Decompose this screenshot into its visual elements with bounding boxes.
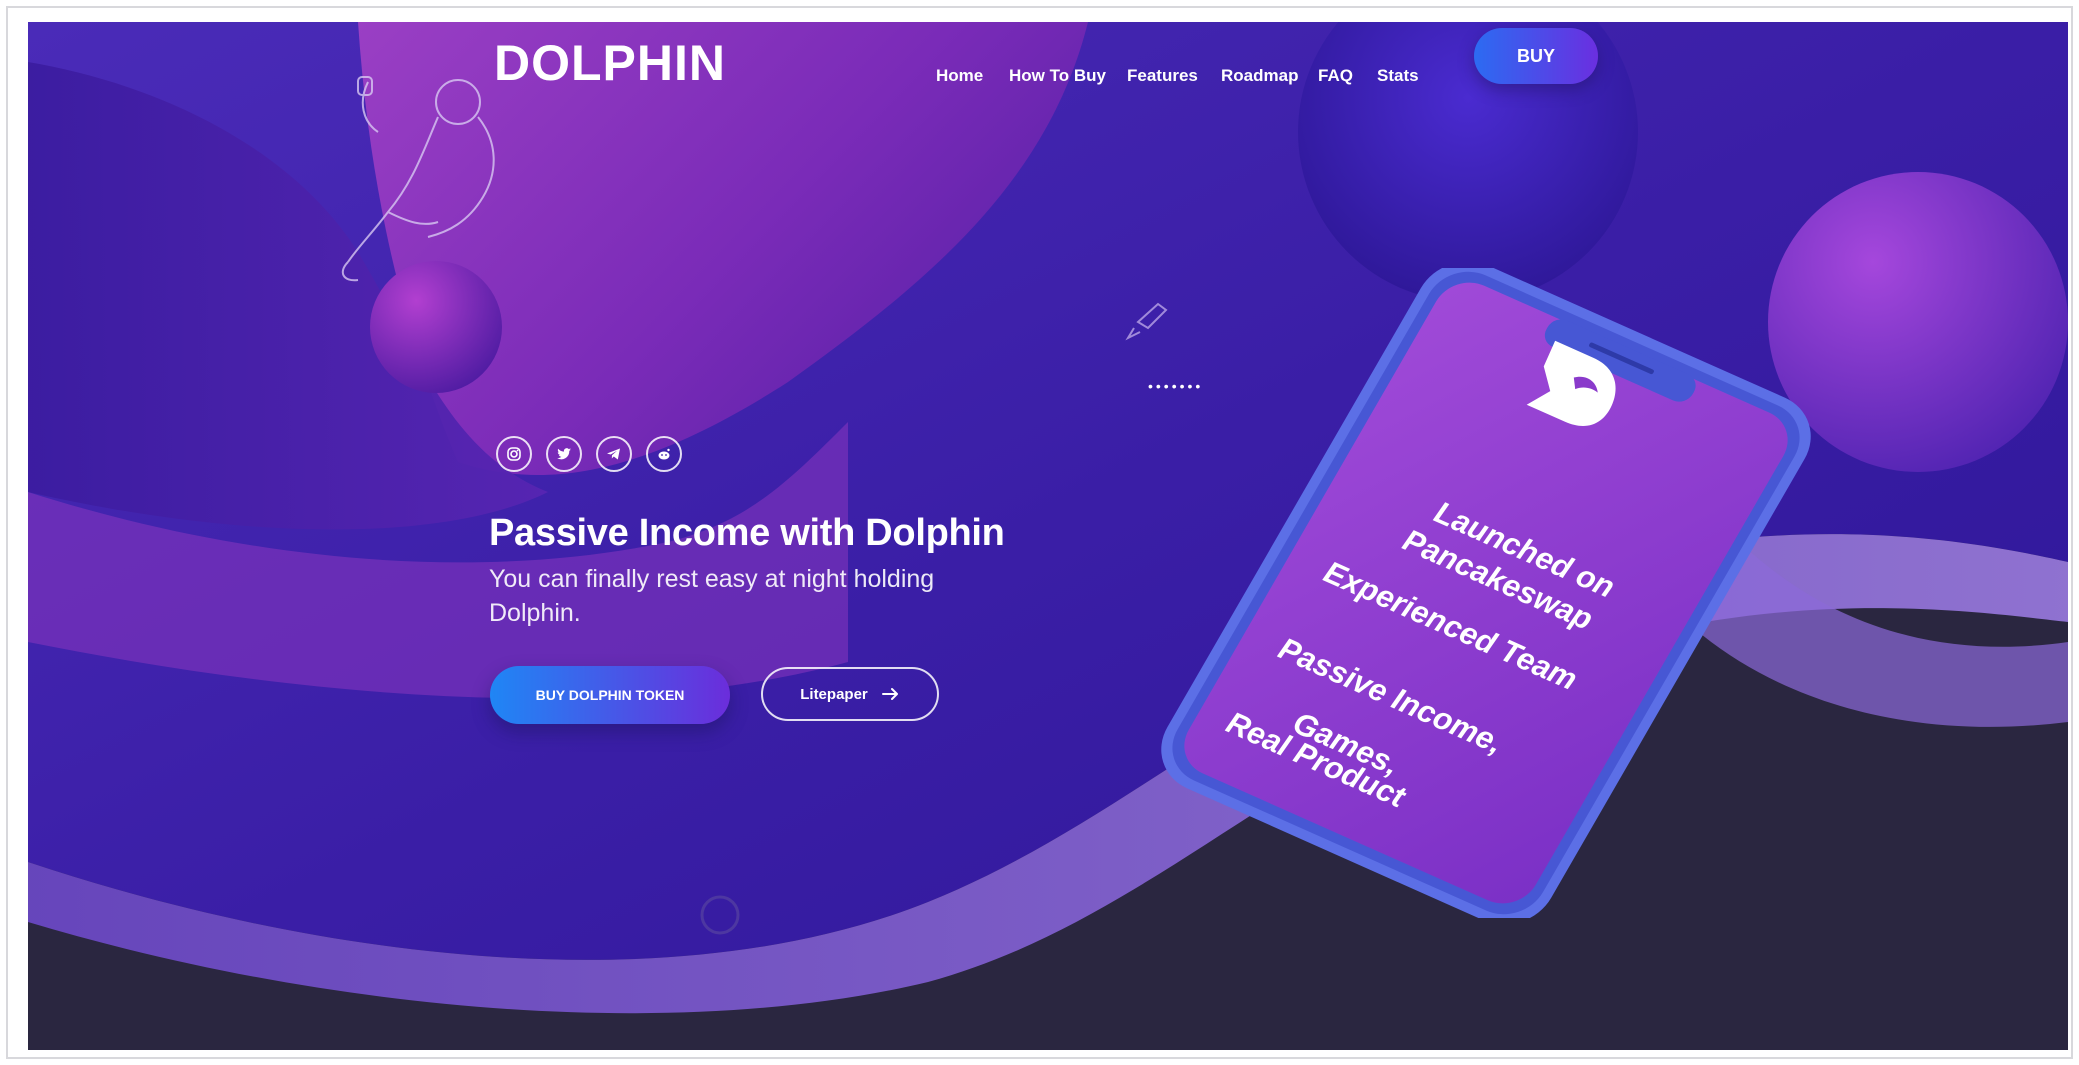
instagram-icon[interactable] bbox=[496, 436, 532, 472]
screenshot-frame: DOLPHIN Home How To Buy Features Roadmap… bbox=[0, 0, 2079, 1065]
arrow-right-icon bbox=[881, 688, 898, 700]
buy-dolphin-token-button[interactable]: BUY DOLPHIN TOKEN bbox=[490, 666, 730, 724]
litepaper-button-label: Litepaper bbox=[800, 685, 868, 703]
nav-link-stats[interactable]: Stats bbox=[1377, 56, 1419, 96]
phone-mockup: Launched on Pancakeswap Experienced Team… bbox=[1106, 268, 1866, 918]
litepaper-button[interactable]: Litepaper bbox=[761, 667, 939, 721]
buy-button[interactable]: BUY bbox=[1474, 28, 1598, 84]
nav-link-roadmap[interactable]: Roadmap bbox=[1221, 56, 1298, 96]
reddit-icon[interactable] bbox=[646, 436, 682, 472]
hero-subtitle: You can finally rest easy at night holdi… bbox=[489, 565, 935, 627]
nav-link-how-to-buy[interactable]: How To Buy bbox=[1009, 56, 1106, 96]
twitter-icon[interactable] bbox=[546, 436, 582, 472]
hero-title: Passive Income with Dolphin bbox=[489, 512, 1005, 554]
nav-link-faq[interactable]: FAQ bbox=[1318, 56, 1353, 96]
nav-link-home[interactable]: Home bbox=[936, 56, 983, 96]
hero-section: DOLPHIN Home How To Buy Features Roadmap… bbox=[28, 22, 2068, 1050]
telegram-icon[interactable] bbox=[596, 436, 632, 472]
nav-link-features[interactable]: Features bbox=[1127, 56, 1198, 96]
top-navigation: Home How To Buy Features Roadmap FAQ Sta… bbox=[28, 56, 2068, 96]
